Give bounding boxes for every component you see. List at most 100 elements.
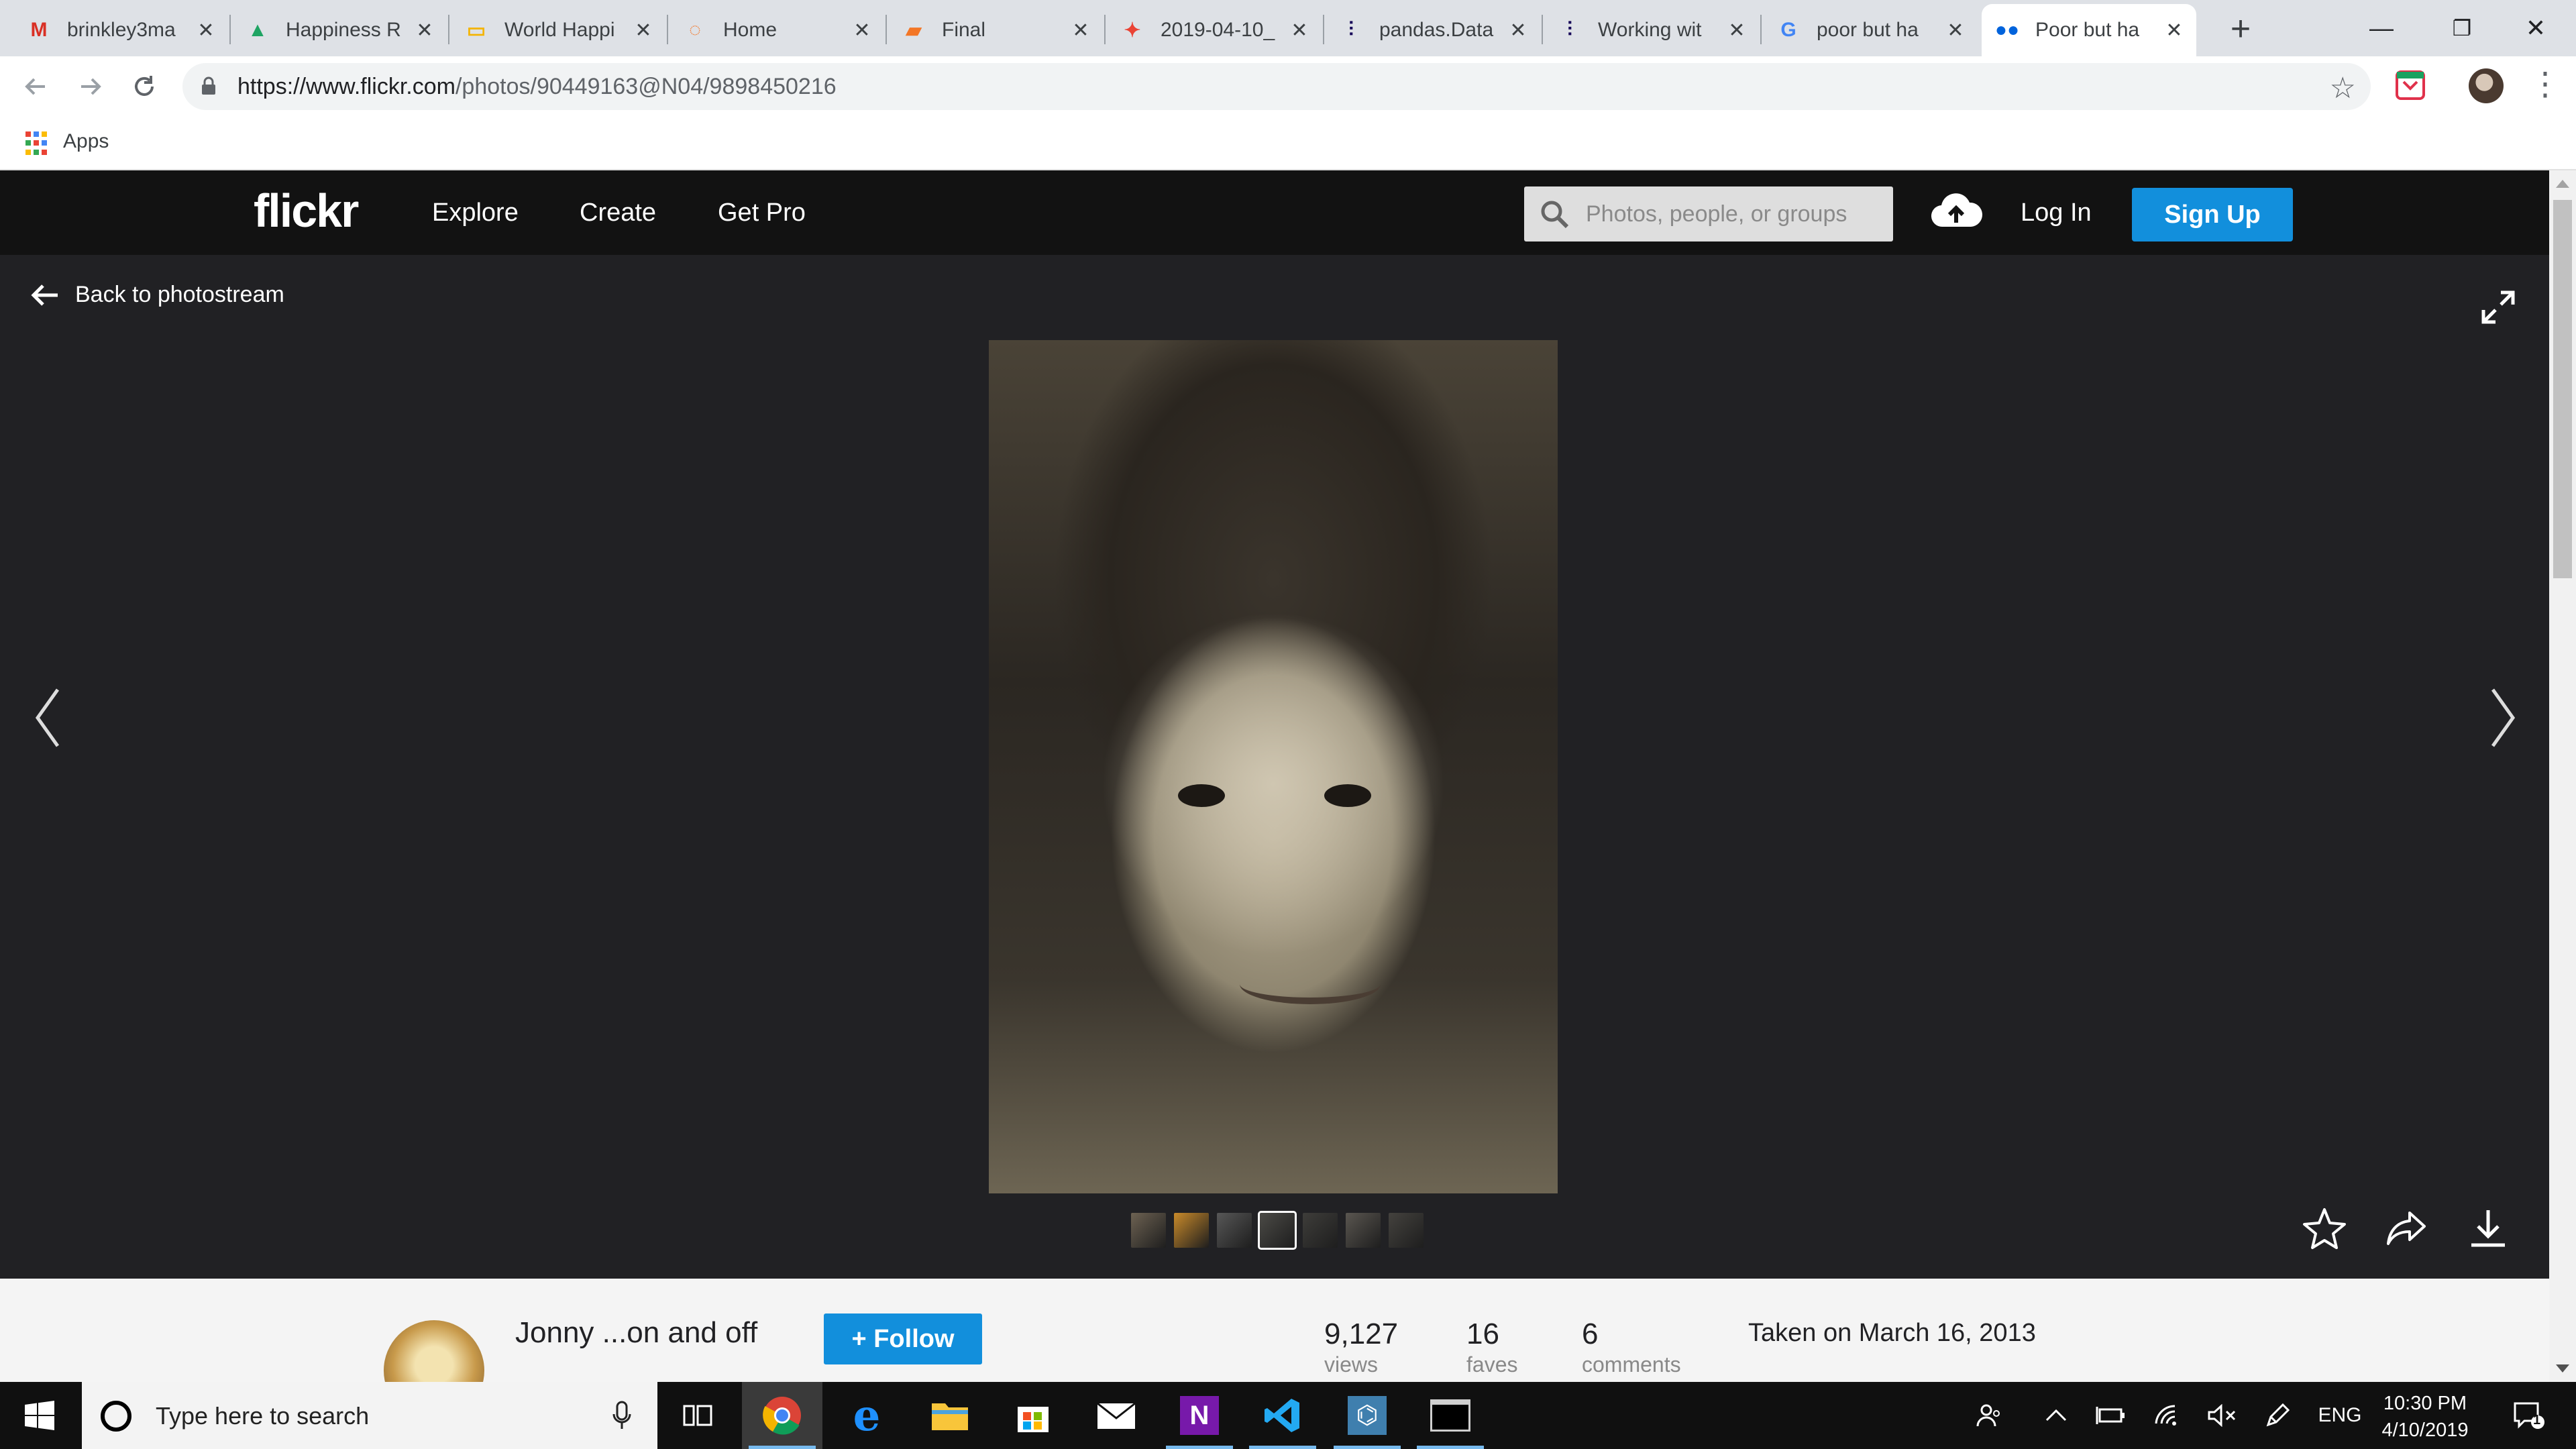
- apps-grid-icon[interactable]: [25, 131, 50, 156]
- vscode-icon[interactable]: [1242, 1382, 1323, 1449]
- pen-glyph: [2266, 1403, 2290, 1427]
- taskbar-search-input[interactable]: Type here to search: [82, 1382, 657, 1449]
- volume-muted-icon[interactable]: [2199, 1382, 2246, 1449]
- wifi-icon[interactable]: [2144, 1382, 2191, 1449]
- chrome-menu-icon[interactable]: ⋮: [2529, 66, 2561, 107]
- microphone-icon[interactable]: [612, 1401, 632, 1430]
- tableau-icon[interactable]: ⌬: [1327, 1382, 1407, 1449]
- show-hidden-icons-chevron-up-icon[interactable]: [2033, 1382, 2080, 1449]
- tab-close-icon[interactable]: ✕: [196, 19, 216, 42]
- profile-avatar[interactable]: [2469, 68, 2504, 103]
- scroll-down-arrow-icon[interactable]: [2556, 1364, 2569, 1373]
- tab-close-icon[interactable]: ✕: [415, 19, 435, 42]
- start-button[interactable]: [0, 1382, 79, 1449]
- nav-get-pro[interactable]: Get Pro: [718, 199, 806, 227]
- browser-tab[interactable]: ▰ Final ✕: [888, 4, 1103, 56]
- stat-views: 9,127 views: [1324, 1318, 1398, 1377]
- reload-button[interactable]: [123, 66, 165, 107]
- tab-close-icon[interactable]: ✕: [1508, 19, 1528, 42]
- fullscreen-expand-icon[interactable]: [2479, 288, 2517, 326]
- search-input[interactable]: Photos, people, or groups: [1524, 186, 1893, 241]
- photostream-thumbnail[interactable]: [1346, 1213, 1381, 1248]
- tab-close-icon[interactable]: ✕: [633, 19, 653, 42]
- reload-icon: [135, 76, 154, 96]
- back-button[interactable]: [15, 66, 56, 107]
- cortana-icon: [101, 1401, 131, 1432]
- nav-create[interactable]: Create: [580, 199, 656, 227]
- tab-close-icon[interactable]: ✕: [1289, 19, 1309, 42]
- system-clock[interactable]: 10:30 PM 4/10/2019: [2368, 1390, 2482, 1444]
- photostream-thumbnail[interactable]: [1131, 1213, 1166, 1248]
- photostream-thumbnail[interactable]: [1258, 1211, 1297, 1250]
- page-scrollbar[interactable]: [2549, 170, 2576, 1382]
- pocket-extension-icon[interactable]: [2395, 70, 2426, 101]
- input-language-indicator[interactable]: ENG: [2313, 1382, 2367, 1449]
- browser-tab[interactable]: Mbrinkley3ma ✕: [13, 4, 228, 56]
- browser-tab[interactable]: ⫶ Working wit ✕: [1544, 4, 1759, 56]
- owner-name[interactable]: Jonny ...on and off: [515, 1316, 757, 1350]
- tab-close-icon[interactable]: ✕: [1945, 19, 1966, 42]
- bookmark-star-icon[interactable]: ☆: [2330, 71, 2356, 105]
- photo-detail-eye: [1324, 784, 1371, 807]
- mail-icon[interactable]: [1076, 1382, 1157, 1449]
- address-bar[interactable]: https://www.flickr.com/photos/90449163@N…: [182, 63, 2371, 110]
- terminal-icon[interactable]: [1410, 1382, 1491, 1449]
- tab-close-icon[interactable]: ✕: [1071, 19, 1091, 42]
- task-view-icon[interactable]: [657, 1382, 738, 1449]
- main-photo[interactable]: [989, 340, 1558, 1193]
- tab-close-icon[interactable]: ✕: [2164, 19, 2184, 42]
- forward-button[interactable]: [70, 66, 111, 107]
- upload-cloud-icon[interactable]: [1929, 189, 1983, 232]
- tab-close-icon[interactable]: ✕: [852, 19, 872, 42]
- back-to-photostream-link[interactable]: Back to photostream: [31, 282, 284, 308]
- comments-count: 6: [1582, 1318, 1599, 1350]
- microsoft-store-icon[interactable]: [993, 1382, 1073, 1449]
- folder-icon: [932, 1403, 968, 1430]
- browser-tab[interactable]: ▭ World Happi ✕: [451, 4, 665, 56]
- envelope-icon: [1097, 1402, 1136, 1429]
- browser-tab[interactable]: Gpoor but ha ✕: [1763, 4, 1978, 56]
- people-icon[interactable]: [1966, 1382, 2012, 1449]
- photostream-thumbnail[interactable]: [1303, 1213, 1338, 1248]
- flickr-logo[interactable]: flickr: [254, 184, 359, 237]
- scrollbar-thumb[interactable]: [2553, 200, 2572, 578]
- flickr-header: flickr Explore Create Get Pro Photos, pe…: [0, 170, 2549, 255]
- browser-tab[interactable]: ⫶ pandas.Data ✕: [1326, 4, 1540, 56]
- browser-tab[interactable]: ◌ Home ✕: [669, 4, 884, 56]
- download-icon[interactable]: [2466, 1206, 2510, 1250]
- nav-explore[interactable]: Explore: [432, 199, 519, 227]
- previous-photo-arrow-icon[interactable]: [31, 684, 64, 751]
- photostream-thumbnail[interactable]: [1174, 1213, 1209, 1248]
- tab-separator: [885, 15, 887, 44]
- google-slides-icon: ▭: [466, 19, 486, 42]
- scroll-up-arrow-icon[interactable]: [2556, 180, 2569, 188]
- browser-tab[interactable]: ●● Poor but ha ✕: [1982, 4, 2196, 56]
- battery-icon[interactable]: [2088, 1382, 2135, 1449]
- file-explorer-icon[interactable]: [910, 1382, 990, 1449]
- photostream-thumbnail[interactable]: [1217, 1213, 1252, 1248]
- browser-tab[interactable]: ✦ 2019-04-10_ ✕: [1107, 4, 1322, 56]
- browser-tab[interactable]: ▲ Happiness R ✕: [232, 4, 447, 56]
- next-photo-arrow-icon[interactable]: [2486, 684, 2520, 751]
- minimize-button[interactable]: —: [2341, 0, 2422, 56]
- edge-icon[interactable]: e: [826, 1382, 907, 1449]
- follow-button[interactable]: + Follow: [824, 1313, 982, 1364]
- pandas-icon: ⫶: [1348, 19, 1354, 41]
- close-window-button[interactable]: ✕: [2496, 0, 2576, 56]
- photostream-thumbnail[interactable]: [1389, 1213, 1424, 1248]
- onenote-icon[interactable]: N: [1159, 1382, 1240, 1449]
- clock-time: 10:30 PM: [2383, 1393, 2467, 1414]
- owner-avatar[interactable]: [384, 1320, 484, 1382]
- action-center-icon[interactable]: 1: [2498, 1382, 2559, 1449]
- apps-bookmark[interactable]: Apps: [63, 130, 109, 153]
- flickr-icon: ●●: [1994, 19, 2020, 41]
- new-tab-button[interactable]: +: [2220, 9, 2261, 50]
- tab-close-icon[interactable]: ✕: [1727, 19, 1747, 42]
- chrome-icon[interactable]: [742, 1382, 822, 1449]
- signup-button[interactable]: Sign Up: [2132, 188, 2293, 241]
- restore-button[interactable]: ❐: [2422, 0, 2502, 56]
- pen-workspace-icon[interactable]: [2254, 1382, 2301, 1449]
- share-arrow-icon[interactable]: [2384, 1206, 2428, 1250]
- login-link[interactable]: Log In: [2021, 199, 2092, 227]
- fave-star-icon[interactable]: [2302, 1206, 2347, 1250]
